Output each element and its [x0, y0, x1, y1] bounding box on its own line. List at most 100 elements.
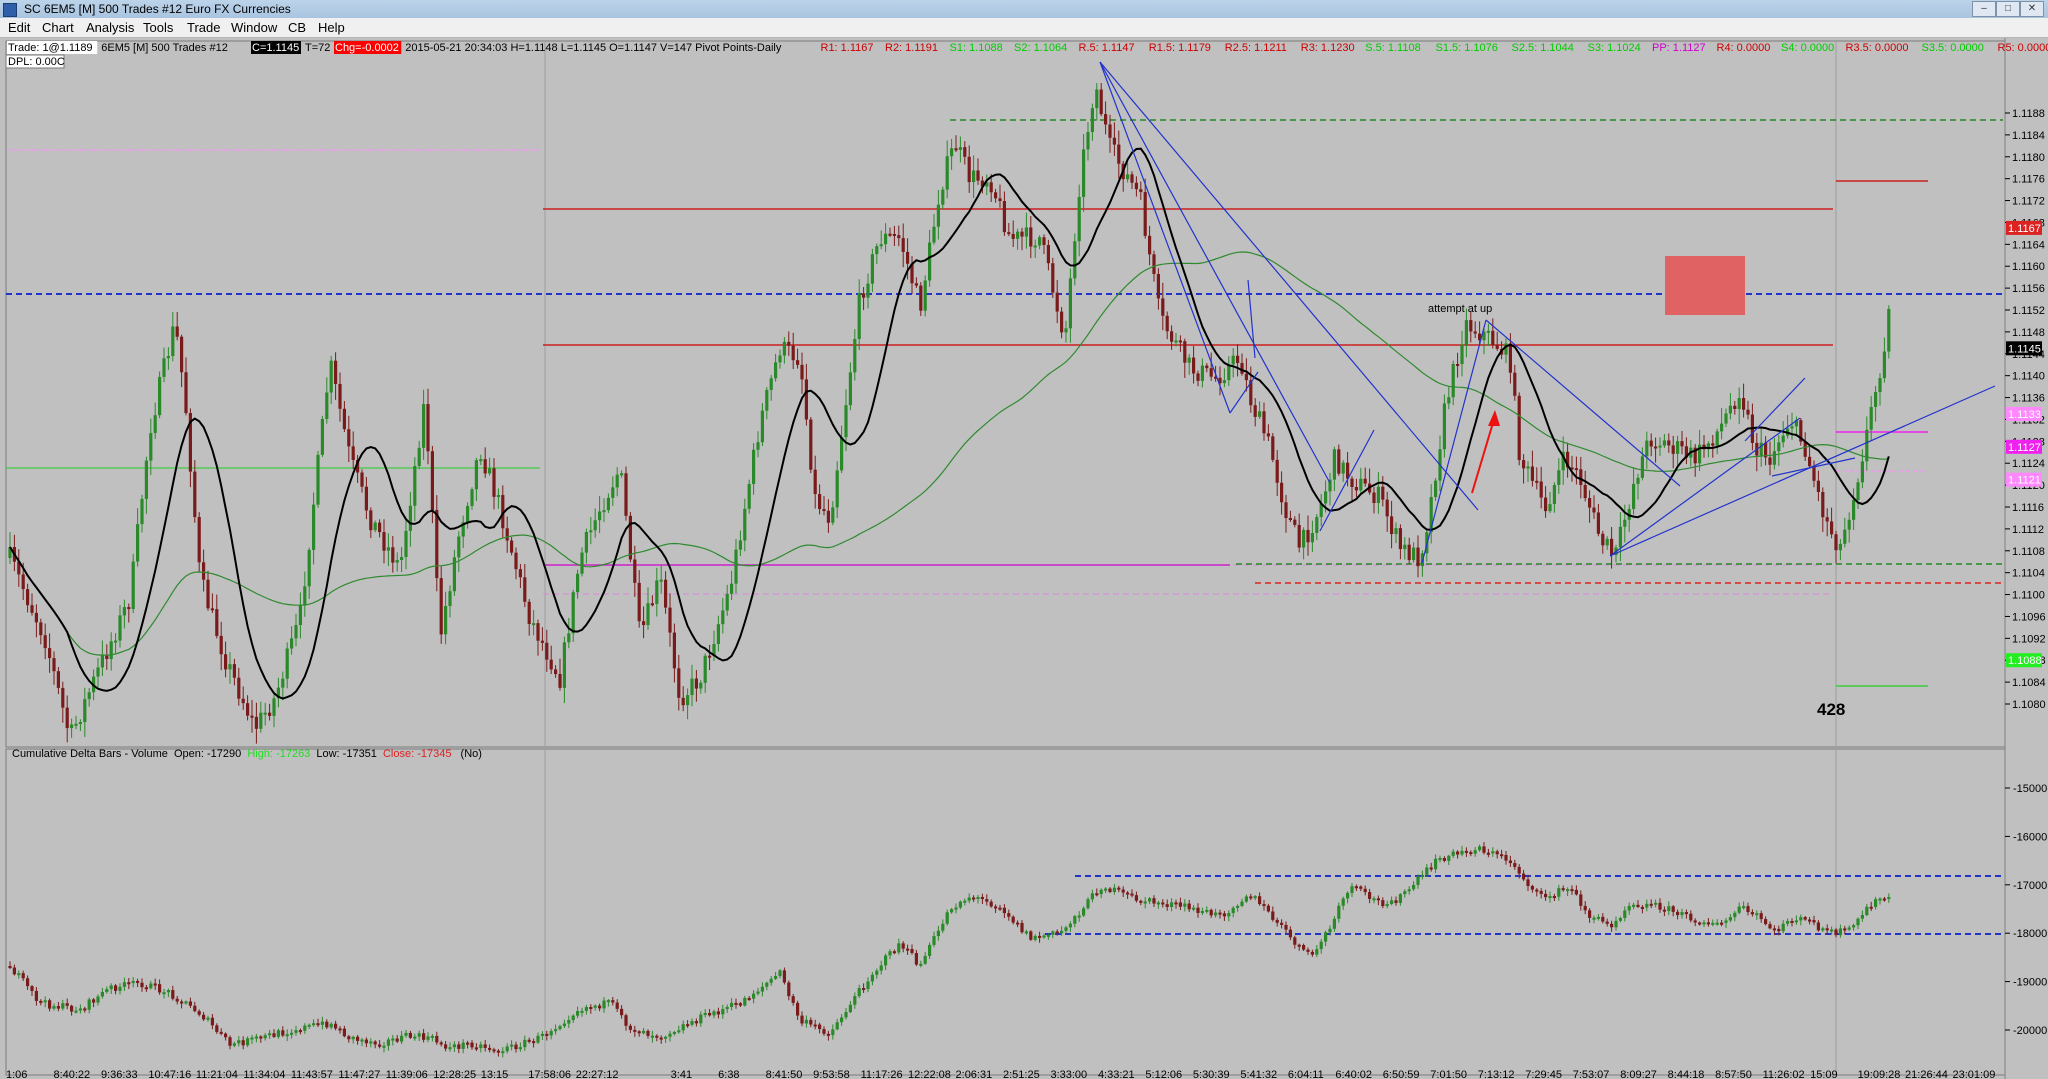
delta-bar: [360, 1039, 364, 1042]
candle-body: [1676, 441, 1680, 454]
info-item: T=72: [305, 42, 330, 54]
candle-body: [202, 562, 206, 580]
delta-bar: [1420, 874, 1424, 877]
delta-axis[interactable]: -15000 -16000 -17000 -18000 -19000 -20000: [2005, 783, 2047, 1037]
info-item: S3: 1.1024: [1588, 42, 1641, 54]
candle-body: [941, 189, 945, 205]
candle-body: [1464, 320, 1468, 345]
minimize-button[interactable]: –: [1972, 1, 1996, 17]
delta-bar: [919, 963, 923, 966]
delta-bar: [694, 1021, 698, 1024]
candle-body: [593, 520, 597, 531]
delta-bar: [74, 1010, 78, 1013]
candle-body: [1381, 486, 1385, 500]
menu-analysis[interactable]: Analysis: [84, 18, 136, 37]
delta-bar: [1583, 905, 1587, 911]
delta-bar: [796, 1002, 800, 1016]
candle-body: [791, 345, 795, 361]
maximize-button[interactable]: □: [1996, 1, 2020, 17]
info-item: PP: 1.1127: [1652, 42, 1706, 54]
menu-edit[interactable]: Edit: [6, 18, 32, 37]
time-tick-label: 12:22:08: [908, 1069, 951, 1079]
candle-body: [936, 204, 940, 227]
delta-bar: [1645, 903, 1649, 908]
candle-body: [1517, 395, 1521, 461]
menu-help[interactable]: Help: [316, 18, 347, 37]
candle-body: [1508, 343, 1512, 373]
candle-body: [725, 593, 729, 611]
delta-bar: [1236, 905, 1240, 908]
delta-bar: [1759, 913, 1763, 920]
candle-body: [796, 360, 800, 365]
delta-bar: [822, 1029, 826, 1034]
candle-body: [963, 147, 967, 157]
delta-bar: [558, 1026, 562, 1030]
delta-bar: [892, 951, 896, 954]
delta-bar: [1852, 925, 1856, 928]
delta-bar: [294, 1030, 298, 1033]
delta-bar: [422, 1033, 426, 1040]
menu-window[interactable]: Window: [229, 18, 279, 37]
candle-body: [1495, 345, 1499, 349]
candle-body: [1143, 192, 1147, 236]
delta-bar: [1108, 888, 1112, 893]
price-tick-label: 1.1160: [2012, 261, 2045, 273]
delta-bar: [1579, 894, 1583, 906]
delta-bar: [439, 1042, 443, 1045]
candle-body: [694, 678, 698, 689]
delta-bar: [606, 1000, 610, 1003]
candle-body: [342, 408, 346, 430]
delta-bar: [391, 1038, 395, 1041]
candle-body: [945, 156, 949, 190]
delta-bar: [672, 1032, 676, 1035]
candle-body: [1830, 521, 1834, 535]
delta-bar: [1249, 896, 1253, 899]
candle-body: [637, 582, 641, 622]
delta-bar: [659, 1037, 663, 1040]
candle-body: [246, 703, 250, 716]
candle-body: [373, 522, 377, 531]
candle-body: [1258, 411, 1262, 417]
candle-body: [690, 678, 694, 696]
candle-body: [857, 293, 861, 339]
menu-chart[interactable]: Chart: [40, 18, 76, 37]
resistance-zone-box[interactable]: [1665, 256, 1745, 315]
menu-trade[interactable]: Trade: [185, 18, 222, 37]
delta-bar: [1566, 889, 1570, 892]
delta-tick-label: -20000: [2013, 1025, 2047, 1037]
delta-bar: [1258, 896, 1262, 905]
delta-bar: [1447, 855, 1451, 861]
candle-body: [562, 642, 566, 688]
annotation-text[interactable]: attempt at up: [1428, 303, 1492, 315]
candle-body: [734, 549, 738, 584]
delta-bar: [272, 1033, 276, 1037]
chart-area[interactable]: DPL: 0.00C Trade: 1@1.1189 6EM5 [M] 500 T…: [0, 38, 2048, 1079]
candle-body: [1310, 532, 1314, 543]
candle-body: [1280, 482, 1284, 503]
delta-bar: [1618, 917, 1622, 921]
delta-bar: [96, 996, 100, 1003]
delta-bar: [901, 943, 905, 949]
candle-body: [1847, 519, 1851, 530]
candle-body: [1152, 254, 1156, 274]
menu-cb[interactable]: CB: [286, 18, 308, 37]
delta-bar: [1095, 893, 1099, 896]
delta-bar: [342, 1028, 346, 1037]
menu-tools[interactable]: Tools: [141, 18, 175, 37]
close-button[interactable]: ✕: [2020, 1, 2044, 17]
delta-bar: [976, 897, 980, 900]
candle-body: [1196, 373, 1200, 381]
price-pane[interactable]: [5, 40, 2006, 748]
price-tick-label: 1.1096: [2012, 611, 2046, 623]
chart-canvas[interactable]: DPL: 0.00C Trade: 1@1.1189 6EM5 [M] 500 T…: [0, 38, 2048, 1079]
candle-body: [778, 355, 782, 363]
delta-bar: [219, 1031, 223, 1034]
delta-bar: [224, 1033, 228, 1038]
time-tick-label: 4:33:21: [1098, 1069, 1135, 1079]
delta-bar: [1152, 898, 1156, 904]
candle-body: [334, 360, 338, 384]
delta-bar: [1689, 913, 1693, 921]
time-tick-label: 9:53:58: [813, 1069, 850, 1079]
time-tick-label: 8:44:18: [1668, 1069, 1705, 1079]
delta-bar: [580, 1010, 584, 1013]
